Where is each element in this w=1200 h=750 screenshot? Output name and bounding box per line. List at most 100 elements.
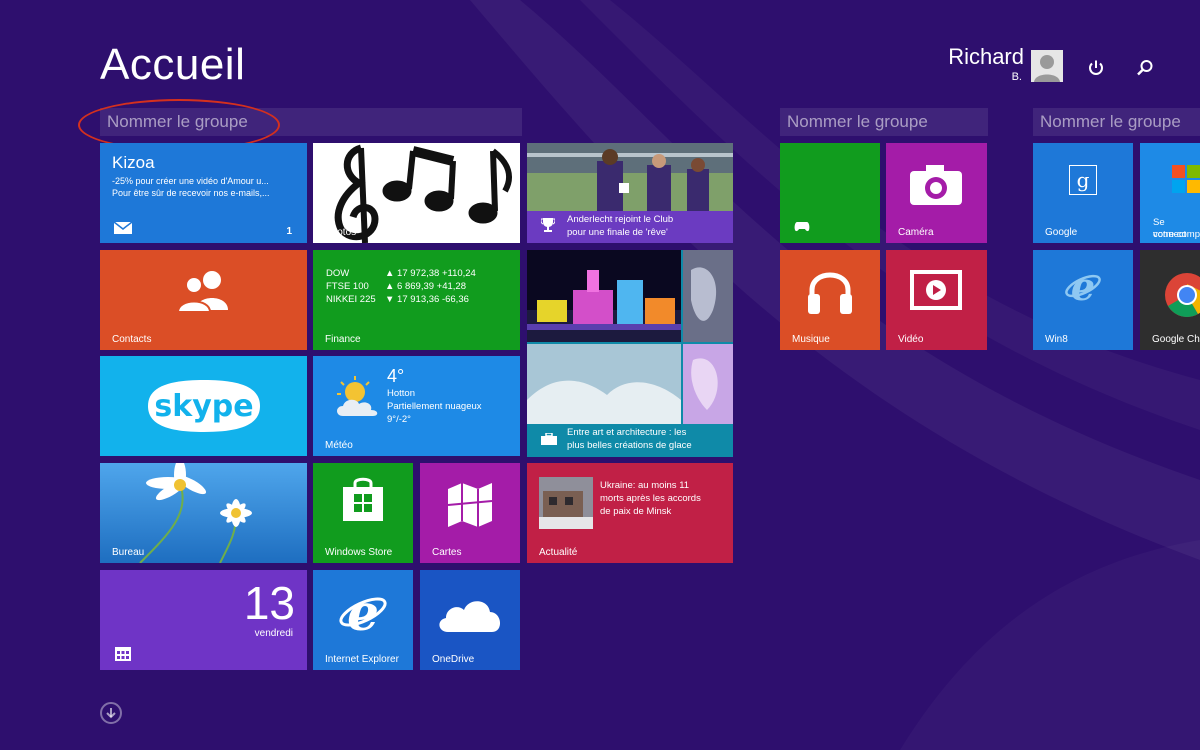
user-initial: B. (1011, 71, 1022, 83)
onedrive-label: OneDrive (432, 654, 475, 665)
trophy-icon (541, 218, 555, 232)
mail-icon (114, 222, 132, 234)
skype-tile[interactable]: skype (100, 356, 307, 456)
apps-view-button[interactable] (100, 702, 122, 724)
news-label: Actualité (539, 547, 578, 558)
store-tile[interactable]: Windows Store (313, 463, 413, 563)
video-player-icon (910, 270, 962, 310)
quote-row: FTSE 100 ▲ 6 869,39 +41,28 (326, 281, 466, 292)
onedrive-tile[interactable]: OneDrive (420, 570, 520, 670)
photos-tile[interactable]: Photos (313, 143, 520, 243)
arrow-down-icon (106, 708, 116, 719)
suitcase-icon (541, 433, 557, 445)
travel-caption-2: plus belles créations de glace (567, 440, 692, 451)
group-header-2[interactable]: Nommer le groupe (780, 108, 988, 136)
news-headline-2: morts après les accords (600, 493, 701, 504)
svg-text:g: g (1077, 168, 1090, 192)
camera-tile[interactable]: Caméra (886, 143, 987, 243)
finance-tile[interactable]: DOW ▲ 17 972,38 +110,24 FTSE 100 ▲ 6 869,3… (313, 250, 520, 350)
windows-logo-icon (1172, 165, 1200, 193)
google-label: Google (1045, 227, 1078, 238)
finance-quotes: DOW ▲ 17 972,38 +110,24 FTSE 100 ▲ 6 869,3… (326, 267, 476, 306)
calendar-day: 13 (243, 577, 295, 629)
power-icon (1089, 60, 1103, 75)
meteo-temp: 4° (387, 366, 405, 386)
musique-tile[interactable]: Musique (780, 250, 880, 350)
travel-tile[interactable]: Entre art et architecture : les plus bel… (527, 250, 733, 457)
win8-tile[interactable]: e Win8 (1033, 250, 1133, 350)
sport-headline-2: pour une finale de 'rêve' (567, 227, 668, 238)
video-tile[interactable]: Vidéo (886, 250, 987, 350)
sport-photo (527, 143, 733, 211)
google-search-icon: g (1069, 165, 1097, 195)
bureau-label: Bureau (112, 547, 145, 558)
people-icon (176, 271, 228, 312)
news-headline-3: de paix de Minsk (600, 506, 672, 517)
shopping-bag-icon (343, 477, 383, 521)
group-header-1[interactable]: Nommer le groupe (100, 108, 522, 136)
contacts-label: Contacts (112, 334, 152, 345)
quote-row: DOW ▲ 17 972,38 +110,24 (326, 268, 476, 279)
user-avatar[interactable] (1031, 50, 1063, 82)
video-label: Vidéo (898, 334, 924, 345)
musique-label: Musique (792, 334, 830, 345)
sun-cloud-icon (337, 376, 378, 416)
group-header-3[interactable]: Nommer le groupe (1033, 108, 1200, 136)
cartes-label: Cartes (432, 547, 462, 558)
photos-label: Photos (325, 227, 357, 238)
mail-tile[interactable]: Kizoa -25% pour créer une vidéo d'Amour … (100, 143, 307, 243)
meteo-range: 9°/-2° (387, 414, 411, 425)
mail-sender: Kizoa (112, 153, 155, 172)
meteo-condition: Partiellement nuageux (387, 401, 482, 412)
skype-logo-icon: skype (148, 380, 260, 432)
cartes-tile[interactable]: Cartes (420, 463, 520, 563)
sport-tile[interactable]: Anderlecht rejoint le Club pour une fina… (527, 143, 733, 243)
chrome-label: Google Ch (1152, 334, 1200, 345)
cloud-icon (439, 601, 501, 632)
calendar-tile[interactable]: 13 vendredi (100, 570, 307, 670)
google-tile[interactable]: g Google (1033, 143, 1133, 243)
user-name[interactable]: Richard (940, 44, 1024, 70)
meteo-city: Hotton (387, 388, 415, 399)
news-headline-1: Ukraine: au moins 11 (600, 480, 690, 491)
finance-label: Finance (325, 334, 361, 345)
chrome-icon (1165, 273, 1200, 317)
bureau-tile[interactable]: Bureau (100, 463, 307, 563)
person-icon (1031, 50, 1063, 82)
ie-tile[interactable]: e Internet Explorer (313, 570, 413, 670)
calendar-weekday: vendredi (254, 628, 293, 639)
page-title: Accueil (100, 40, 246, 89)
ice-sculpture-photos (527, 250, 733, 424)
internet-explorer-icon: e (1065, 268, 1101, 304)
search-icon (1137, 60, 1153, 76)
svg-text:skype: skype (154, 389, 253, 424)
contacts-tile[interactable]: Contacts (100, 250, 307, 350)
headphones-icon (808, 272, 852, 314)
quote-row: NIKKEI 225 ▼ 17 913,36 -66,36 (326, 294, 469, 305)
xbox-games-tile[interactable] (780, 143, 880, 243)
mail-preview-1: -25% pour créer une vidéo d'Amour u... (112, 176, 269, 186)
gamepad-icon (794, 222, 810, 232)
search-button[interactable] (1130, 53, 1160, 83)
internet-explorer-icon: e (339, 588, 387, 636)
ie-label: Internet Explorer (325, 654, 399, 665)
camera-label: Caméra (898, 227, 934, 238)
meteo-tile[interactable]: 4° Hotton Partiellement nuageux 9°/-2° M… (313, 356, 520, 456)
chrome-tile[interactable]: Google Ch (1140, 250, 1200, 350)
camera-icon (910, 165, 962, 205)
calendar-icon (115, 647, 131, 661)
map-icon (447, 483, 493, 527)
news-photo (539, 477, 593, 529)
mail-preview-2: Pour être sûr de recevoir nos e-mails,..… (112, 188, 270, 198)
win8-label: Win8 (1045, 334, 1068, 345)
svg-text:e: e (1071, 268, 1095, 304)
connect-tile[interactable]: Se connect votre comp (1140, 143, 1200, 243)
svg-text:e: e (347, 588, 379, 636)
connect-line-2: votre comp (1153, 229, 1200, 240)
news-tile[interactable]: Ukraine: au moins 11 morts après les acc… (527, 463, 733, 563)
power-button[interactable] (1081, 53, 1111, 83)
sport-headline-1: Anderlecht rejoint le Club (567, 214, 674, 225)
travel-caption-1: Entre art et architecture : les (567, 427, 687, 438)
mail-count: 1 (286, 226, 292, 237)
store-label: Windows Store (325, 547, 393, 558)
